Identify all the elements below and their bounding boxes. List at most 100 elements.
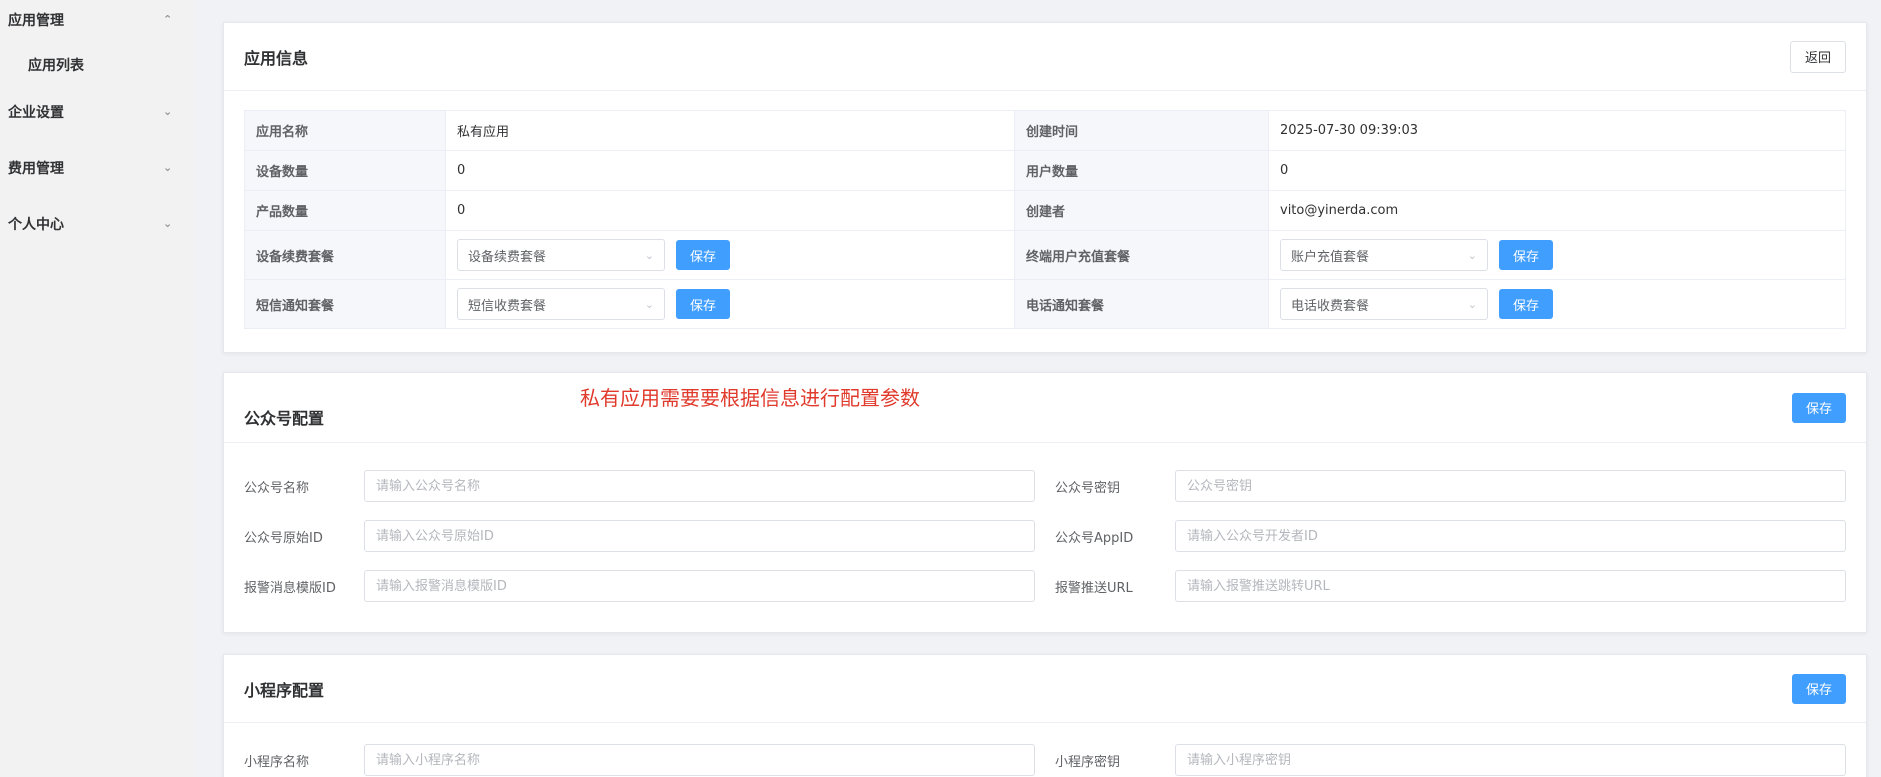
chevron-up-icon: ⌃: [163, 13, 173, 26]
chevron-down-icon: ⌄: [163, 217, 173, 230]
save-device-renewal-button[interactable]: 保存: [676, 240, 731, 270]
menu-group-fee-management[interactable]: 费用管理 ⌄: [0, 140, 195, 196]
back-button[interactable]: 返回: [1789, 40, 1846, 73]
table-row: 应用名称 私有应用 创建时间 2025-07-30 09:39:03: [244, 110, 1846, 151]
card-header: 应用信息 返回: [224, 23, 1866, 91]
form-item: 公众号密钥: [1055, 470, 1846, 502]
card-header: 小程序配置 保存: [224, 655, 1866, 723]
chevron-down-icon: ⌄: [644, 248, 654, 262]
mini-program-name-input[interactable]: [364, 744, 1035, 776]
alarm-template-id-input[interactable]: [364, 570, 1035, 602]
form-row: 公众号名称 公众号密钥: [244, 461, 1846, 511]
form-label: 报警消息模版ID: [244, 580, 336, 596]
chevron-down-icon: ⌄: [163, 161, 173, 174]
cell-value: 2025-07-30 09:39:03: [1268, 110, 1846, 151]
account-recharge-package-select[interactable]: 账户充值套餐 ⌄: [1280, 239, 1488, 271]
cell-label: 创建时间: [1014, 110, 1269, 151]
chevron-down-icon: ⌄: [1467, 297, 1477, 311]
sidebar: 应用管理 ⌃ 应用列表 企业设置 ⌄ 费用管理 ⌄ 个人中心 ⌄: [0, 0, 195, 777]
select-group: 电话收费套餐 ⌄ 保存: [1280, 288, 1554, 320]
card-header: 公众号配置 保存: [224, 373, 1866, 443]
app-info-table: 应用名称 私有应用 创建时间 2025-07-30 09:39:03 设备数量 …: [244, 110, 1846, 329]
form-label: 公众号原始ID: [244, 530, 323, 546]
wechat-appid-input[interactable]: [1175, 520, 1846, 552]
cell-label: 终端用户充值套餐: [1014, 230, 1269, 280]
cell-label: 创建者: [1014, 190, 1269, 231]
select-group: 短信收费套餐 ⌄ 保存: [457, 288, 731, 320]
cell-label: 电话通知套餐: [1014, 279, 1269, 329]
cell-value: 0: [445, 150, 1015, 191]
wechat-secret-input[interactable]: [1175, 470, 1846, 502]
mini-program-secret-input[interactable]: [1175, 744, 1846, 776]
menu-group-personal-center[interactable]: 个人中心 ⌄: [0, 196, 195, 252]
menu-group-label: 应用管理: [8, 13, 64, 29]
cell-label: 用户数量: [1014, 150, 1269, 191]
mini-program-config-card: 小程序配置 保存 小程序名称 小程序密钥: [223, 654, 1867, 777]
form-label: 公众号名称: [244, 480, 310, 496]
cell-value: 0: [445, 190, 1015, 231]
main-content: 应用信息 返回 应用名称 私有应用 创建时间 2025-07-30 09:39:…: [195, 0, 1881, 777]
form-item: 公众号名称: [244, 470, 1035, 502]
cell-value: 设备续费套餐 ⌄ 保存: [445, 230, 1015, 280]
select-value: 短信收费套餐: [468, 298, 547, 314]
cell-label: 设备数量: [244, 150, 446, 191]
select-group: 设备续费套餐 ⌄ 保存: [457, 239, 731, 271]
card-title: 应用信息: [244, 48, 309, 68]
card-title: 公众号配置: [244, 408, 325, 428]
cell-value: 私有应用: [445, 110, 1015, 151]
save-account-recharge-button[interactable]: 保存: [1499, 240, 1554, 270]
form-item: 报警推送URL: [1055, 570, 1846, 602]
phone-package-select[interactable]: 电话收费套餐 ⌄: [1280, 288, 1488, 320]
wechat-original-id-input[interactable]: [364, 520, 1035, 552]
chevron-down-icon: ⌄: [1467, 248, 1477, 262]
cell-value: 账户充值套餐 ⌄ 保存: [1268, 230, 1846, 280]
form-row: 报警消息模版ID 报警推送URL: [244, 561, 1846, 611]
menu-item-label: 应用列表: [28, 58, 84, 74]
form-item: 公众号AppID: [1055, 520, 1846, 552]
chevron-down-icon: ⌄: [163, 105, 173, 118]
save-sms-package-button[interactable]: 保存: [676, 289, 731, 319]
select-value: 账户充值套餐: [1291, 249, 1370, 265]
wechat-config-card: 公众号配置 保存 公众号名称 公众号密钥 公众号原始ID: [223, 372, 1867, 633]
form-row: 小程序名称 小程序密钥: [244, 735, 1846, 777]
wechat-config-form: 公众号名称 公众号密钥 公众号原始ID 公众号AppID: [224, 443, 1866, 621]
sms-package-select[interactable]: 短信收费套餐 ⌄: [457, 288, 665, 320]
select-value: 电话收费套餐: [1291, 298, 1370, 314]
form-label: 报警推送URL: [1055, 580, 1133, 596]
cell-value: 短信收费套餐 ⌄ 保存: [445, 279, 1015, 329]
save-wechat-config-button[interactable]: 保存: [1791, 392, 1846, 423]
menu-group-label: 个人中心: [8, 217, 64, 233]
cell-label: 短信通知套餐: [244, 279, 446, 329]
table-row: 产品数量 0 创建者 vito@yinerda.com: [244, 190, 1846, 231]
wechat-name-input[interactable]: [364, 470, 1035, 502]
alarm-push-url-input[interactable]: [1175, 570, 1846, 602]
menu-group-label: 费用管理: [8, 161, 64, 177]
cell-label: 产品数量: [244, 190, 446, 231]
form-label: 公众号密钥: [1055, 480, 1121, 496]
cell-label: 设备续费套餐: [244, 230, 446, 280]
menu-group-label: 企业设置: [8, 105, 64, 121]
annotation-text: 私有应用需要要根据信息进行配置参数: [580, 386, 920, 410]
cell-label: 应用名称: [244, 110, 446, 151]
form-item: 小程序密钥: [1055, 744, 1846, 776]
form-row: 公众号原始ID 公众号AppID: [244, 511, 1846, 561]
cell-value: 0: [1268, 150, 1846, 191]
chevron-down-icon: ⌄: [644, 297, 654, 311]
save-phone-package-button[interactable]: 保存: [1499, 289, 1554, 319]
form-label: 公众号AppID: [1055, 530, 1134, 546]
mini-program-config-form: 小程序名称 小程序密钥: [224, 723, 1866, 777]
table-row: 设备续费套餐 设备续费套餐 ⌄ 保存 终端用户充值套餐 账户充值套餐 ⌄ 保存: [244, 230, 1846, 280]
form-item: 报警消息模版ID: [244, 570, 1035, 602]
table-row: 设备数量 0 用户数量 0: [244, 150, 1846, 191]
cell-value: 电话收费套餐 ⌄ 保存: [1268, 279, 1846, 329]
form-label: 小程序名称: [244, 754, 310, 770]
menu-group-enterprise-settings[interactable]: 企业设置 ⌄: [0, 84, 195, 140]
cell-value: vito@yinerda.com: [1268, 190, 1846, 231]
card-title: 小程序配置: [244, 680, 325, 700]
form-label: 小程序密钥: [1055, 754, 1121, 770]
table-row: 短信通知套餐 短信收费套餐 ⌄ 保存 电话通知套餐 电话收费套餐 ⌄ 保存: [244, 279, 1846, 329]
app-info-card: 应用信息 返回 应用名称 私有应用 创建时间 2025-07-30 09:39:…: [223, 22, 1867, 353]
save-mini-program-config-button[interactable]: 保存: [1791, 673, 1846, 704]
device-renewal-package-select[interactable]: 设备续费套餐 ⌄: [457, 239, 665, 271]
select-value: 设备续费套餐: [468, 249, 547, 265]
